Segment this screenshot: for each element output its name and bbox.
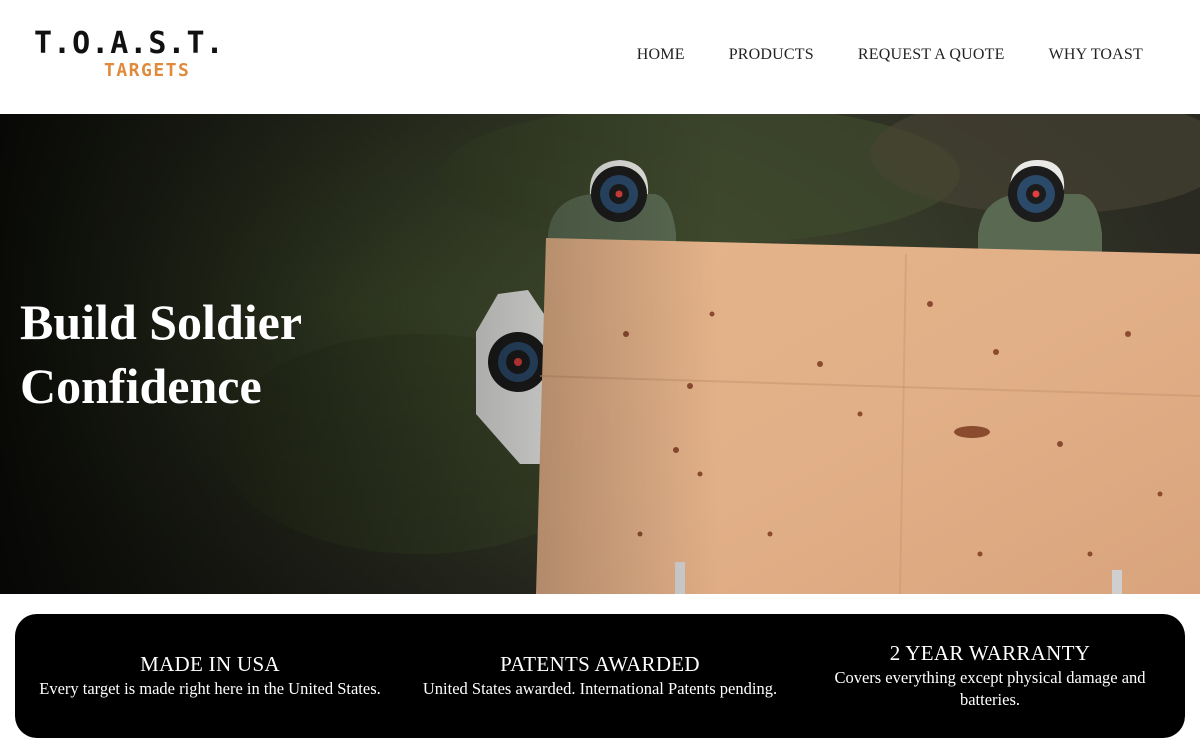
nav-home-link[interactable]: HOME (637, 46, 685, 64)
feature-description: United States awarded. International Pat… (422, 679, 778, 698)
nav-why-toast-link[interactable]: WHY TOAST (1049, 46, 1143, 64)
feature-title: 2 YEAR WARRANTY (889, 641, 1091, 665)
logo-subtitle: TARGETS (104, 60, 191, 81)
nav-products-link[interactable]: PRODUCTS (729, 46, 814, 64)
feature-description: Every target is made right here in the U… (39, 679, 381, 698)
feature-title: MADE IN USA (140, 652, 280, 676)
feature-warranty: 2 YEAR WARRANTY Covers everything except… (795, 641, 1185, 711)
main-nav: HOME PRODUCTS REQUEST A QUOTE WHY TOAST (637, 46, 1143, 64)
logo-wordmark: T.O.A.S.T. (34, 26, 225, 61)
feature-made-in-usa: MADE IN USA Every target is made right h… (15, 652, 405, 700)
nav-request-quote-link[interactable]: REQUEST A QUOTE (858, 46, 1005, 64)
hero-headline: Build Soldier Confidence (20, 294, 302, 414)
site-header: T.O.A.S.T. TARGETS HOME PRODUCTS REQUEST… (0, 0, 1200, 114)
feature-description: Covers everything except physical damage… (834, 668, 1146, 709)
hero-banner: Build Soldier Confidence (0, 114, 1200, 594)
feature-title: PATENTS AWARDED (500, 652, 700, 676)
toast-targets-logo[interactable]: T.O.A.S.T. TARGETS (34, 28, 244, 86)
features-bar: MADE IN USA Every target is made right h… (15, 614, 1185, 738)
feature-patents-awarded: PATENTS AWARDED United States awarded. I… (405, 652, 795, 700)
